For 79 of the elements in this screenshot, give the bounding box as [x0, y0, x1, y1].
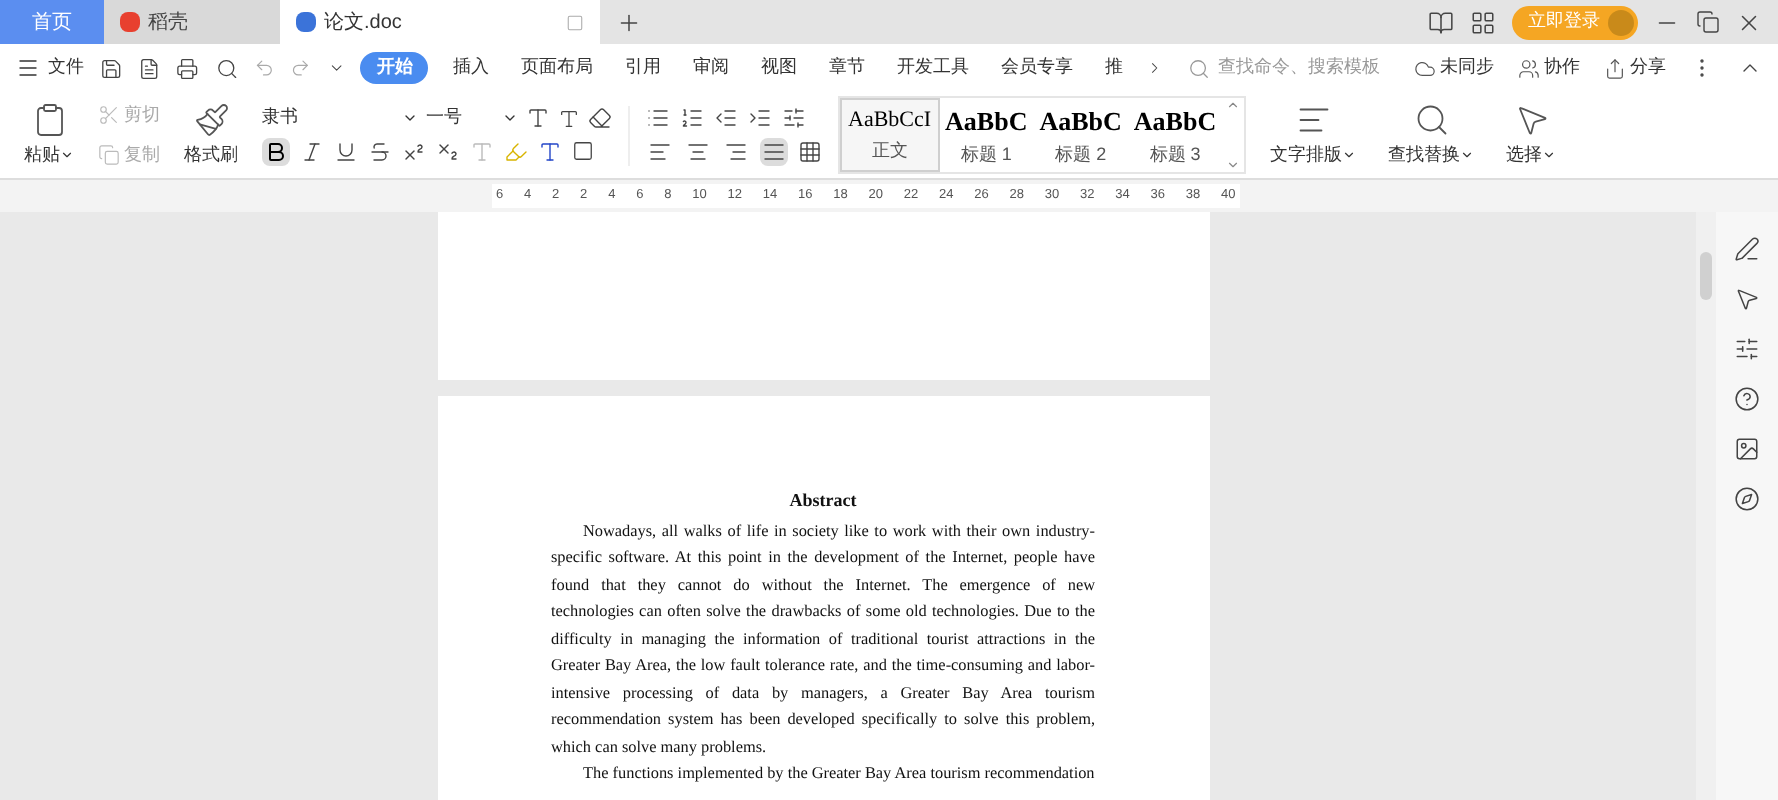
sync-icon	[1414, 57, 1436, 79]
ribbon-tab[interactable]: 会员专享	[992, 54, 1081, 82]
style-preset[interactable]: AaBbCcI 正文	[840, 98, 940, 172]
scroll-up-icon[interactable]	[1226, 98, 1241, 112]
tab-label: 稻壳	[148, 9, 188, 37]
print-icon[interactable]	[176, 55, 200, 81]
numbered-list-icon[interactable]	[680, 105, 704, 129]
restore-icon[interactable]	[1696, 10, 1720, 34]
apps-grid-icon[interactable]	[1470, 9, 1496, 35]
file-menu[interactable]: 文件	[16, 54, 84, 82]
help-icon[interactable]	[1734, 386, 1760, 412]
search-icon	[1187, 57, 1210, 79]
navigation-icon[interactable]	[1734, 486, 1760, 512]
new-tab-icon[interactable]	[616, 9, 642, 35]
underline-icon[interactable]	[334, 139, 358, 164]
style-preset[interactable]: AaBbC 标题 1	[939, 98, 1034, 172]
superscript-icon[interactable]	[402, 139, 426, 164]
image-icon[interactable]	[1734, 436, 1760, 462]
clear-format-icon[interactable]	[588, 106, 612, 130]
ribbon-tab[interactable]: 推	[1096, 54, 1131, 82]
find-replace-button[interactable]: 查找替换	[1380, 101, 1483, 169]
settings-icon[interactable]	[1734, 336, 1760, 362]
subscript-icon[interactable]	[436, 139, 460, 164]
italic-icon[interactable]	[300, 139, 324, 164]
command-search-field[interactable]: 查找命令、搜索模板	[1187, 54, 1398, 82]
scrollbar-thumb[interactable]	[1700, 252, 1712, 300]
find-replace-icon	[1413, 101, 1450, 138]
export-icon[interactable]	[138, 55, 161, 81]
avatar-icon	[1608, 9, 1634, 35]
edit-icon[interactable]	[1734, 236, 1760, 262]
save-icon[interactable]	[100, 55, 123, 81]
collaborate-button[interactable]: 协作	[1518, 54, 1580, 82]
outdent-icon[interactable]	[714, 105, 738, 129]
paste-icon	[31, 101, 67, 138]
app-logo-icon	[120, 12, 140, 32]
strikethrough-icon[interactable]	[368, 139, 392, 164]
sync-button[interactable]: 未同步	[1414, 54, 1494, 82]
text-layout-button[interactable]: 文字排版	[1262, 101, 1365, 169]
style-preset[interactable]: AaBbC 标题 3	[1127, 98, 1223, 172]
format-painter-icon	[193, 101, 229, 138]
select-button[interactable]: 选择	[1498, 101, 1565, 169]
pointer-icon[interactable]	[1734, 286, 1760, 312]
ribbon-tab[interactable]: 审阅	[684, 54, 737, 82]
share-icon	[1604, 57, 1626, 79]
table-border-icon[interactable]	[798, 139, 822, 163]
font-size-dropdown[interactable]: 一号	[426, 104, 518, 132]
style-preset[interactable]: AaBbC 标题 2	[1033, 98, 1128, 172]
tab-label: 论文.doc	[324, 9, 402, 37]
ribbon-tab[interactable]: 视图	[752, 54, 805, 82]
indent-icon[interactable]	[748, 105, 772, 129]
ribbon-tab[interactable]: 插入	[444, 54, 497, 82]
document-tab[interactable]: 论文.doc	[280, 0, 600, 44]
format-painter-button[interactable]: 格式刷	[176, 101, 246, 169]
document-heading: Abstract	[787, 488, 859, 514]
menu-icon	[16, 56, 40, 80]
print-preview-icon[interactable]	[215, 55, 238, 81]
align-button[interactable]	[760, 137, 788, 165]
reading-mode-icon[interactable]	[1428, 9, 1454, 35]
body-paragraph: Nowadays, all walks of life in society like to work with their own industry-specific software. At this point in the development of the Internet, people have found that they cannot do without the Internet. The emergence of new technologies can often solve the drawbacks of some old technologies. Due to the difficulty in managing the information of traditional tourist attractions in the Greater Bay Area, the low fault tolerance rate, and the time-consuming and labor-intensive processing of data by managers, a Greater Bay Area tourism recommendation system has been developed specifically to solve this problem, which can solve many problems.	[551, 519, 1095, 760]
ribbon-tab[interactable]: 章节	[820, 54, 873, 82]
spacing-icon[interactable]	[782, 105, 806, 129]
body-paragraph: The functions implemented by the Greater Bay Area tourism recommendation	[581, 762, 1095, 786]
cut-icon	[98, 104, 120, 127]
share-button[interactable]: 分享	[1604, 54, 1666, 82]
ribbon-tab[interactable]: 引用	[616, 54, 669, 82]
select-icon	[1513, 101, 1550, 138]
ribbon-tab[interactable]: 页面布局	[512, 54, 601, 82]
copy-icon	[98, 143, 120, 166]
font-color-icon[interactable]	[538, 139, 562, 164]
bold-button[interactable]	[262, 137, 290, 166]
ribbon-tab[interactable]: 开发工具	[888, 54, 977, 82]
tab-label: 首页	[32, 9, 72, 37]
font-dropdown[interactable]: 隶书	[262, 104, 418, 132]
document-tab[interactable]: 稻壳	[104, 0, 280, 44]
paste-button[interactable]: 粘贴	[16, 101, 82, 169]
char-border-icon[interactable]	[572, 140, 594, 163]
collaborate-icon	[1518, 57, 1540, 79]
scroll-down-icon[interactable]	[1226, 158, 1241, 172]
document-icon	[296, 12, 316, 32]
